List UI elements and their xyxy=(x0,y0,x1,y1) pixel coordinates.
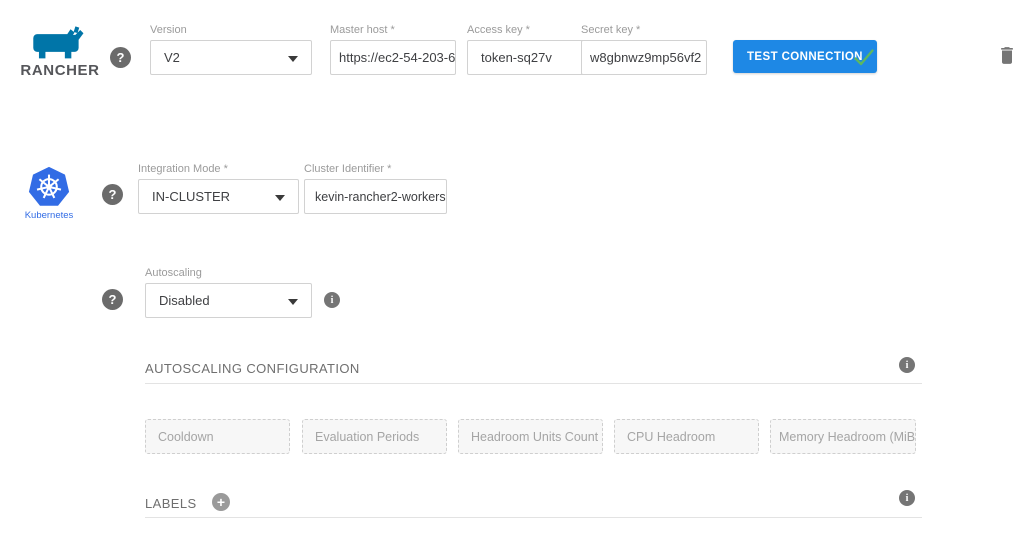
help-icon[interactable]: ? xyxy=(102,184,123,205)
secret-key-field-group: Secret key * w8gbnwz9mp56vf2 xyxy=(581,24,707,75)
integration-mode-select[interactable]: IN-CLUSTER xyxy=(138,179,299,214)
question-mark-glyph: ? xyxy=(109,187,117,202)
info-glyph: i xyxy=(331,295,334,306)
version-value: V2 xyxy=(164,50,180,65)
autoscaling-select[interactable]: Disabled xyxy=(145,283,312,318)
section-divider xyxy=(145,517,922,518)
integration-mode-label: Integration Mode * xyxy=(138,163,299,175)
info-icon[interactable]: i xyxy=(899,490,915,506)
cluster-identifier-value: kevin-rancher2-workers xyxy=(315,190,446,204)
info-icon[interactable]: i xyxy=(324,292,340,308)
integration-settings-page: RANCHER ? Version V2 Master host * https… xyxy=(0,0,1024,550)
access-key-input[interactable]: token-sq27v xyxy=(467,40,589,75)
headroom-units-count-input-disabled[interactable]: Headroom Units Count xyxy=(458,419,603,454)
access-key-label: Access key * xyxy=(467,24,589,36)
info-glyph: i xyxy=(906,360,909,371)
chevron-down-icon xyxy=(288,56,298,62)
help-icon[interactable]: ? xyxy=(102,289,123,310)
cluster-identifier-input[interactable]: kevin-rancher2-workers xyxy=(304,179,447,214)
rancher-brand-text: RANCHER xyxy=(12,62,108,79)
master-host-label: Master host * xyxy=(330,24,456,36)
rancher-bull-icon xyxy=(12,26,108,60)
secret-key-label: Secret key * xyxy=(581,24,707,36)
autoscaling-configuration-title: AUTOSCALING CONFIGURATION xyxy=(145,361,360,376)
section-divider xyxy=(145,383,922,384)
plus-icon: + xyxy=(217,494,225,510)
access-key-value: token-sq27v xyxy=(481,50,552,65)
evaluation-periods-input-disabled[interactable]: Evaluation Periods xyxy=(302,419,447,454)
secret-key-value: w8gbnwz9mp56vf2 xyxy=(590,50,701,65)
add-label-button[interactable]: + xyxy=(212,493,230,511)
labels-title: LABELS xyxy=(145,496,197,511)
master-host-input[interactable]: https://ec2-54-203-6 xyxy=(330,40,456,75)
info-icon[interactable]: i xyxy=(899,357,915,373)
version-select[interactable]: V2 xyxy=(150,40,312,75)
question-mark-glyph: ? xyxy=(117,50,125,65)
chevron-down-icon xyxy=(275,195,285,201)
trash-icon[interactable] xyxy=(997,44,1017,72)
cluster-identifier-field-group: Cluster Identifier * kevin-rancher2-work… xyxy=(304,163,447,214)
master-host-field-group: Master host * https://ec2-54-203-6 xyxy=(330,24,456,75)
chevron-down-icon xyxy=(288,299,298,305)
cpu-headroom-input-disabled[interactable]: CPU Headroom xyxy=(614,419,759,454)
cluster-identifier-label: Cluster Identifier * xyxy=(304,163,447,175)
kubernetes-helm-icon xyxy=(18,166,80,207)
version-field-group: Version V2 xyxy=(150,24,312,75)
autoscaling-field-group: Autoscaling Disabled xyxy=(145,267,312,318)
rancher-logo: RANCHER xyxy=(12,26,108,79)
master-host-value: https://ec2-54-203-6 xyxy=(339,50,455,65)
access-key-field-group: Access key * token-sq27v xyxy=(467,24,589,75)
integration-mode-value: IN-CLUSTER xyxy=(152,189,230,204)
cooldown-input-disabled[interactable]: Cooldown xyxy=(145,419,290,454)
help-icon[interactable]: ? xyxy=(110,47,131,68)
question-mark-glyph: ? xyxy=(109,292,117,307)
kubernetes-brand-text: Kubernetes xyxy=(18,210,80,221)
kubernetes-logo: Kubernetes xyxy=(18,166,80,221)
integration-mode-field-group: Integration Mode * IN-CLUSTER xyxy=(138,163,299,214)
connection-success-check-icon xyxy=(851,45,877,74)
memory-headroom-input-disabled[interactable]: Memory Headroom (MiB) xyxy=(770,419,916,454)
autoscaling-value: Disabled xyxy=(159,293,210,308)
secret-key-input[interactable]: w8gbnwz9mp56vf2 xyxy=(581,40,707,75)
autoscaling-label: Autoscaling xyxy=(145,267,312,279)
info-glyph: i xyxy=(906,493,909,504)
version-label: Version xyxy=(150,24,312,36)
